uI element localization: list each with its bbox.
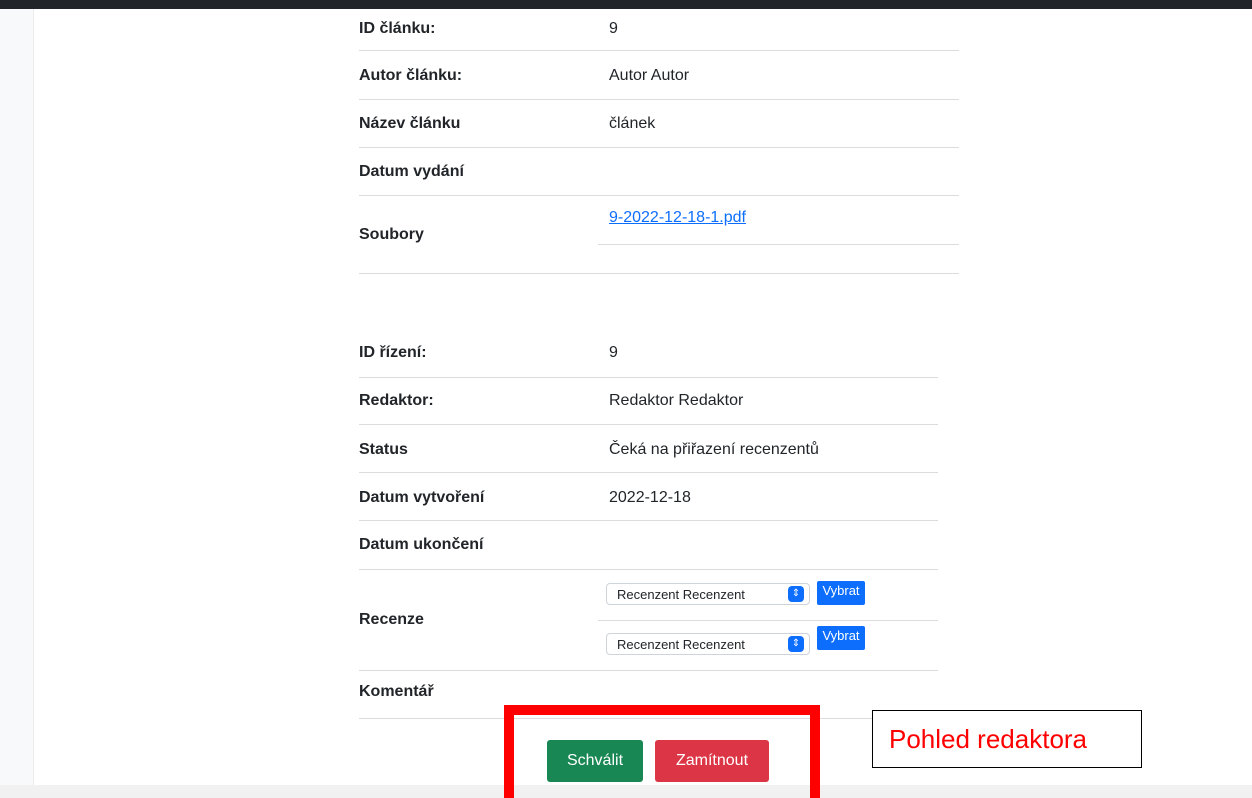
chevron-updown-icon: ⇕ [788,636,804,652]
created-date-value: 2022-12-18 [609,489,691,506]
highlight-frame [504,705,820,798]
top-navbar [0,0,1252,9]
reviews-label: Recenze [359,611,424,628]
table-row: Datum vydání [359,148,959,196]
status-value: Čeká na přiřazení recenzentů [609,441,819,458]
reviewer-row-1: Recenzent Recenzent ⇕ Vybrat [598,570,938,621]
article-files-label: Soubory [359,226,424,243]
comment-label: Komentář [359,683,434,700]
file-link[interactable]: 9-2022-12-18-1.pdf [609,209,746,227]
table-row: Recenze Recenzent Recenzent ⇕ Vybrat Rec… [359,570,938,671]
table-row: Redaktor: Redaktor Redaktor [359,378,938,425]
article-published-label: Datum vydání [359,163,464,180]
status-label: Status [359,441,408,458]
table-row: Status Čeká na přiřazení recenzentů [359,425,938,473]
table-row: Datum vytvoření 2022-12-18 [359,473,938,521]
select-reviewer-button-2[interactable]: Vybrat [817,626,865,650]
chevron-updown-icon: ⇕ [788,586,804,602]
created-date-label: Datum vytvoření [359,489,485,506]
process-id-label: ID řízení: [359,344,427,361]
table-row: Název článku článek [359,100,959,148]
left-sidebar [0,9,34,785]
table-row: Autor článku: Autor Autor [359,51,959,100]
table-row: ID řízení: 9 [359,330,938,378]
reviewer-select-1-value: Recenzent Recenzent [617,587,745,602]
process-id-value: 9 [609,344,618,361]
article-author-value: Autor Autor [609,67,690,84]
select-reviewer-button-1[interactable]: Vybrat [817,581,865,605]
reviewer-row-2: Recenzent Recenzent ⇕ Vybrat [598,620,938,670]
table-row: Soubory 9-2022-12-18-1.pdf [359,196,959,274]
editor-label: Redaktor: [359,392,434,409]
table-row: Datum ukončení [359,521,938,570]
ended-date-label: Datum ukončení [359,536,484,553]
reviewer-select-2[interactable]: Recenzent Recenzent ⇕ [606,633,810,655]
reviewer-select-1[interactable]: Recenzent Recenzent ⇕ [606,583,810,605]
article-id-value: 9 [609,20,618,37]
files-cell: 9-2022-12-18-1.pdf [598,196,959,245]
article-id-label: ID článku: [359,20,436,37]
article-author-label: Autor článku: [359,67,463,84]
article-title-value: článek [609,115,656,132]
reviewer-select-2-value: Recenzent Recenzent [617,637,745,652]
table-row: ID článku: 9 [359,9,959,51]
article-title-label: Název článku [359,115,461,132]
annotation-note: Pohled redaktora [872,710,1142,768]
editor-value: Redaktor Redaktor [609,392,744,409]
